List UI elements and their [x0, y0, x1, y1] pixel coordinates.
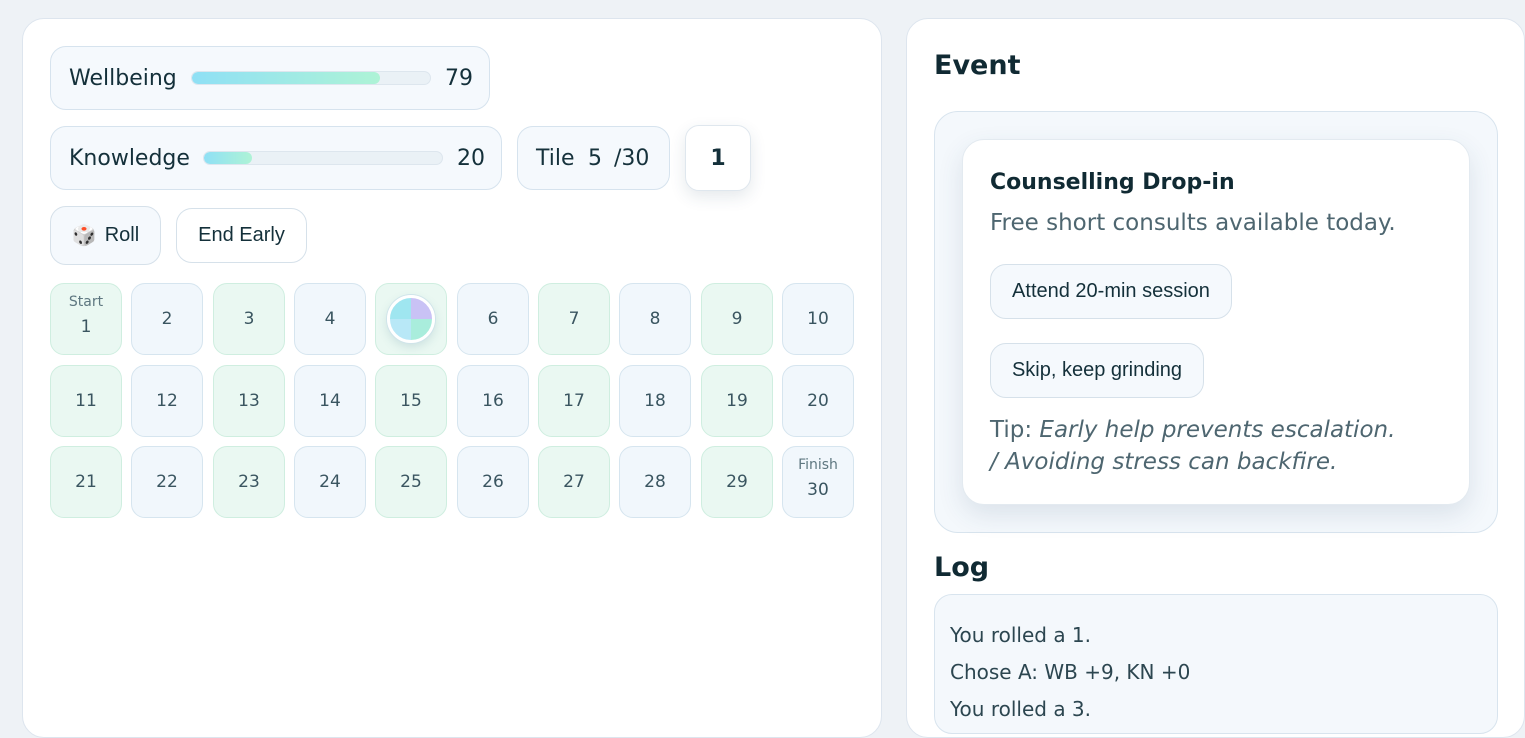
tile-number: 23 — [238, 472, 260, 492]
board-tile: 28 — [619, 446, 691, 518]
board-tile: 12 — [131, 365, 203, 437]
finish-label: Finish — [798, 457, 838, 473]
board-tile: 20 — [782, 365, 854, 437]
board-tile: 11 — [50, 365, 122, 437]
event-title: Counselling Drop-in — [990, 170, 1235, 195]
start-label: Start — [68, 294, 104, 310]
board-tile — [375, 283, 447, 355]
board-tile: 4 — [294, 283, 366, 355]
board-tile: 6 — [457, 283, 529, 355]
tile-number: 19 — [726, 391, 748, 411]
board-tile: 21 — [50, 446, 122, 518]
tile-number: 27 — [563, 472, 585, 492]
tip-label: Tip: — [990, 417, 1040, 443]
knowledge-bar-fill — [204, 152, 252, 164]
board-tile: 19 — [701, 365, 773, 437]
tile-number: 13 — [238, 391, 260, 411]
board-tile: 14 — [294, 365, 366, 437]
board-tile: 18 — [619, 365, 691, 437]
choice-b-button[interactable]: Skip, keep grinding — [990, 343, 1204, 398]
wellbeing-label: Wellbeing — [69, 65, 177, 91]
log-entry: Chose A: WB +9, KN +0 — [950, 660, 1191, 684]
tile-indicator: Tile 5 /30 — [517, 126, 670, 190]
board-tile: 29 — [701, 446, 773, 518]
tile-number: 26 — [482, 472, 504, 492]
board-tile: 7 — [538, 283, 610, 355]
log-entry: You rolled a 3. — [950, 697, 1092, 721]
tile-number: 20 — [807, 391, 829, 411]
event-heading: Event — [934, 50, 1021, 81]
board-tile: 24 — [294, 446, 366, 518]
wellbeing-bar-fill — [192, 72, 381, 84]
tile-number: 7 — [568, 309, 580, 329]
tile-number: 30 — [807, 480, 829, 500]
tile-number: 21 — [75, 472, 97, 492]
tile-number: 15 — [400, 391, 422, 411]
tile-number: 16 — [482, 391, 504, 411]
board-tile: 23 — [213, 446, 285, 518]
tile-number: 28 — [644, 472, 666, 492]
tile-number: 29 — [726, 472, 748, 492]
board-tile: 10 — [782, 283, 854, 355]
log-list: You rolled a 1. Chose A: WB +9, KN +0 You … — [934, 594, 1498, 734]
board-tile: 8 — [619, 283, 691, 355]
tile-number: 25 — [400, 472, 422, 492]
board-tile: 16 — [457, 365, 529, 437]
board-tile: 17 — [538, 365, 610, 437]
tile-number: 6 — [487, 309, 499, 329]
wellbeing-value: 79 — [445, 65, 473, 91]
tile-number: 8 — [649, 309, 661, 329]
board-tile: 22 — [131, 446, 203, 518]
tile-number: 18 — [644, 391, 666, 411]
tile-number: 17 — [563, 391, 585, 411]
board-tile: Finish 30 — [782, 446, 854, 518]
tile-number: 9 — [731, 309, 743, 329]
tile-number: 2 — [161, 309, 173, 329]
roll-button[interactable]: 🎲 Roll — [50, 206, 161, 265]
choice-a-button[interactable]: Attend 20-min session — [990, 264, 1232, 319]
event-tip: Tip: Early help prevents escalation. / A… — [990, 414, 1410, 478]
board-tile: 15 — [375, 365, 447, 437]
tile-current: 5 — [588, 145, 602, 171]
tile-number: 24 — [319, 472, 341, 492]
tile-number: 3 — [243, 309, 255, 329]
tile-number: 4 — [324, 309, 336, 329]
board-tile: 13 — [213, 365, 285, 437]
tip-text: Early help prevents escalation. / Avoidi… — [990, 417, 1396, 475]
wellbeing-stat: Wellbeing 79 — [50, 46, 490, 110]
roll-label: Roll — [104, 224, 140, 246]
tile-number: 10 — [807, 309, 829, 329]
tile-label: Tile — [536, 145, 575, 171]
knowledge-stat: Knowledge 20 — [50, 126, 502, 190]
tile-number: 11 — [75, 391, 97, 411]
die-result: 1 — [685, 125, 751, 191]
log-entry: You rolled a 1. — [950, 623, 1092, 647]
event-description: Free short consults available today. — [990, 210, 1396, 236]
dice-icon: 🎲 — [71, 225, 97, 247]
knowledge-value: 20 — [457, 145, 485, 171]
log-heading: Log — [934, 552, 990, 583]
tile-number: 22 — [156, 472, 178, 492]
tile-number: 12 — [156, 391, 178, 411]
tile-total: /30 — [614, 145, 650, 171]
knowledge-bar — [203, 151, 443, 165]
player-token-icon — [387, 295, 435, 343]
board-tile: 2 — [131, 283, 203, 355]
board-tile: 25 — [375, 446, 447, 518]
board-tile: Start 1 — [50, 283, 122, 355]
board-tile: 26 — [457, 446, 529, 518]
tile-number: 14 — [319, 391, 341, 411]
wellbeing-bar — [191, 71, 431, 85]
tile-number: 1 — [80, 317, 92, 337]
end-early-button[interactable]: End Early — [176, 208, 307, 263]
board-tile: 3 — [213, 283, 285, 355]
board-tile: 9 — [701, 283, 773, 355]
board-tile: 27 — [538, 446, 610, 518]
knowledge-label: Knowledge — [69, 145, 190, 171]
